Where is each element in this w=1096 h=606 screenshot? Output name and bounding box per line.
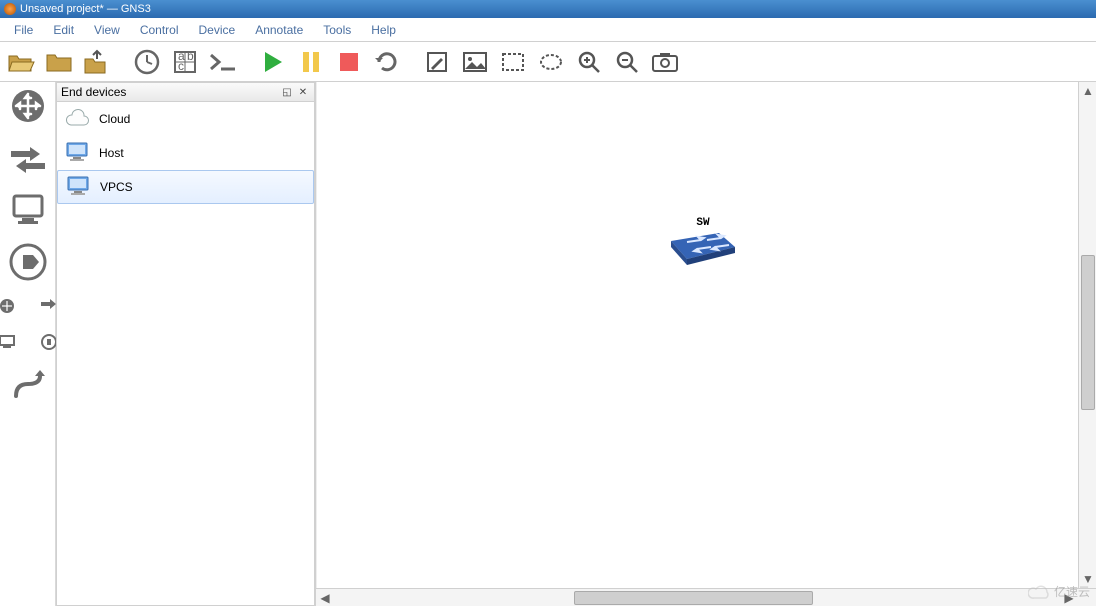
toolbar-rectangle[interactable]: [496, 45, 530, 79]
toolbar-export[interactable]: [80, 45, 114, 79]
panel-close-icon[interactable]: ✕: [296, 85, 310, 99]
toolbar-open-project[interactable]: [4, 45, 38, 79]
dock-link[interactable]: [6, 364, 50, 408]
toolbar-ellipse[interactable]: [534, 45, 568, 79]
panel-undock-icon[interactable]: ◱: [280, 85, 294, 99]
device-list: Cloud Host VPCS: [56, 102, 315, 606]
titlebar: Unsaved project* — GNS3: [0, 0, 1096, 18]
devices-panel: End devices ◱ ✕ Cloud Host VPCS: [56, 82, 316, 606]
panel-header[interactable]: End devices ◱ ✕: [56, 82, 315, 102]
toolbar-zoom-in[interactable]: [572, 45, 606, 79]
device-item-host[interactable]: Host: [57, 136, 314, 170]
menu-annotate[interactable]: Annotate: [245, 21, 313, 39]
menu-view[interactable]: View: [84, 21, 130, 39]
toolbar-dfa-grid[interactable]: abc: [168, 45, 202, 79]
cloud-icon: [63, 107, 91, 132]
device-dock: [0, 82, 56, 606]
toolbar-image[interactable]: [458, 45, 492, 79]
menu-tools[interactable]: Tools: [313, 21, 361, 39]
vertical-scrollbar[interactable]: ▲ ▼: [1078, 82, 1096, 588]
device-item-cloud[interactable]: Cloud: [57, 102, 314, 136]
dock-all-end[interactable]: [0, 328, 27, 356]
watermark: 亿速云: [1028, 583, 1090, 600]
node-sw[interactable]: SW: [667, 217, 739, 270]
dock-switches[interactable]: [6, 136, 50, 180]
device-item-label: Host: [99, 146, 124, 160]
node-label: SW: [696, 217, 709, 229]
menu-device[interactable]: Device: [189, 21, 246, 39]
toolbar-start[interactable]: [256, 45, 290, 79]
dock-security[interactable]: [6, 240, 50, 284]
toolbar-stop[interactable]: [332, 45, 366, 79]
dock-all-routers[interactable]: [0, 292, 27, 320]
scroll-thumb-v[interactable]: [1081, 255, 1095, 410]
panel-title: End devices: [61, 85, 126, 99]
toolbar-pause[interactable]: [294, 45, 328, 79]
scroll-thumb-h[interactable]: [574, 591, 814, 605]
switch-icon: [667, 229, 739, 270]
dock-routers[interactable]: [6, 84, 50, 128]
toolbar-open-folder[interactable]: [42, 45, 76, 79]
svg-text:c: c: [178, 59, 184, 73]
window-title: Unsaved project* — GNS3: [20, 3, 151, 15]
host-icon: [63, 140, 91, 167]
menu-control[interactable]: Control: [130, 21, 189, 39]
toolbar-screenshot[interactable]: [648, 45, 682, 79]
horizontal-scrollbar[interactable]: ◀ ▶: [316, 588, 1096, 606]
device-item-vpcs[interactable]: VPCS: [57, 170, 314, 204]
device-item-label: Cloud: [99, 112, 130, 126]
scroll-left-icon[interactable]: ◀: [316, 589, 334, 606]
toolbar-reload[interactable]: [370, 45, 404, 79]
topology-canvas[interactable]: SW: [316, 82, 1078, 588]
scroll-up-icon[interactable]: ▲: [1079, 82, 1096, 100]
menu-edit[interactable]: Edit: [43, 21, 84, 39]
menu-file[interactable]: File: [4, 21, 43, 39]
toolbar-console[interactable]: [206, 45, 240, 79]
svg-text:b: b: [187, 49, 194, 63]
toolbar: abc: [0, 42, 1096, 82]
app-icon: [4, 3, 16, 15]
toolbar-zoom-out[interactable]: [610, 45, 644, 79]
device-item-label: VPCS: [100, 180, 133, 194]
canvas-area: SW ▲ ▼ ◀ ▶ 亿速云: [316, 82, 1096, 606]
toolbar-snapshot-clock[interactable]: [130, 45, 164, 79]
toolbar-note[interactable]: [420, 45, 454, 79]
menubar: FileEditViewControlDeviceAnnotateToolsHe…: [0, 18, 1096, 42]
menu-help[interactable]: Help: [361, 21, 406, 39]
vpcs-icon: [64, 174, 92, 201]
dock-end-devices[interactable]: [6, 188, 50, 232]
